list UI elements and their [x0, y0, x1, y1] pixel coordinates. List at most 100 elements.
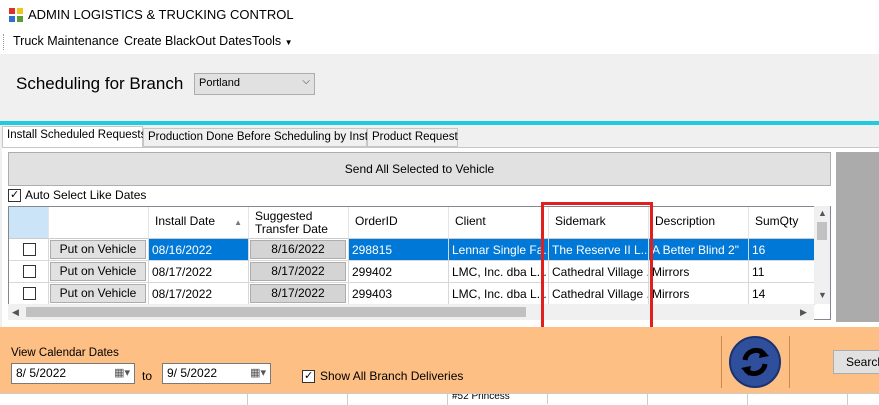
calendar-cell [648, 394, 748, 405]
column-header-suggested-transfer-date[interactable]: Suggested Transfer Date [249, 207, 349, 239]
view-calendar-label: View Calendar Dates [11, 347, 119, 359]
scroll-right-icon[interactable]: ▶ [800, 307, 807, 318]
auto-select-checkbox[interactable] [8, 188, 21, 202]
branch-label: Scheduling for Branch [16, 74, 184, 93]
row-select-cell [9, 239, 49, 261]
table-row[interactable]: Put on Vehicle 08/17/2022 8/17/2022 2994… [9, 283, 815, 305]
table-row[interactable]: Put on Vehicle 08/17/2022 8/17/2022 2994… [9, 261, 815, 283]
cell-description: Mirrors [649, 261, 749, 283]
cell-install-date: 08/17/2022 [149, 261, 249, 283]
calendar-cell [348, 394, 448, 405]
grid-vertical-scrollbar[interactable]: ▲ ▼ [814, 206, 830, 304]
horizontal-scroll-thumb[interactable] [26, 307, 526, 317]
panel-divider [789, 336, 790, 388]
send-all-selected-button[interactable]: Send All Selected to Vehicle [8, 152, 831, 186]
put-on-vehicle-button[interactable]: Put on Vehicle [50, 262, 146, 281]
put-on-vehicle-button[interactable]: Put on Vehicle [50, 284, 146, 303]
suggested-label-line2: Transfer Date [255, 222, 328, 236]
row-checkbox[interactable] [23, 287, 36, 300]
cell-sumqty: 14 [749, 283, 815, 305]
transfer-date-button[interactable]: 8/17/2022 [250, 262, 346, 281]
transfer-date-button[interactable]: 8/16/2022 [250, 240, 346, 259]
menu-bar: Truck Maintenance Create BlackOut Dates … [0, 30, 879, 54]
calendar-cell [748, 394, 848, 405]
caret-down-icon: ▼ [284, 38, 293, 47]
show-all-deliveries-checkbox[interactable] [302, 369, 315, 383]
menu-truck-maintenance[interactable]: Truck Maintenance [13, 34, 119, 48]
sidemark-highlight-box [541, 202, 653, 332]
vertical-scroll-thumb[interactable] [817, 222, 827, 240]
auto-select-label: Auto Select Like Dates [25, 188, 147, 202]
cell-description: A Better Blind 2" [649, 239, 749, 261]
row-action-cell: Put on Vehicle [49, 283, 149, 305]
cell-orderid: 298815 [349, 239, 449, 261]
refresh-button[interactable] [729, 336, 781, 388]
show-all-deliveries-label: Show All Branch Deliveries [320, 369, 464, 383]
side-panel [836, 152, 879, 322]
title-bar: ADMIN LOGISTICS & TRUCKING CONTROL [0, 0, 879, 30]
to-label: to [142, 369, 153, 383]
refresh-icon [741, 347, 769, 377]
calendar-dropdown-icon[interactable]: ▦▾ [250, 366, 266, 379]
panel-divider [721, 336, 722, 388]
branch-select-value: Portland [199, 77, 240, 89]
row-action-cell: Put on Vehicle [49, 239, 149, 261]
column-header-action [49, 207, 149, 239]
cell-client: LMC, Inc. dba L... [449, 261, 549, 283]
app-icon [9, 8, 23, 22]
scroll-up-icon[interactable]: ▲ [818, 208, 827, 218]
scroll-left-icon[interactable]: ◀ [12, 307, 19, 318]
calendar-dropdown-icon[interactable]: ▦▾ [114, 366, 130, 379]
row-checkbox[interactable] [23, 265, 36, 278]
to-date-picker[interactable]: 9/ 5/2022 ▦▾ [162, 363, 271, 384]
from-date-value: 8/ 5/2022 [16, 366, 67, 380]
row-select-cell [9, 261, 49, 283]
calendar-cell [548, 394, 648, 405]
cell-sumqty: 11 [749, 261, 815, 283]
scroll-down-icon[interactable]: ▼ [818, 290, 827, 300]
column-header-client[interactable]: Client [449, 207, 549, 239]
cell-install-date: 08/16/2022 [149, 239, 249, 261]
table-row[interactable]: Put on Vehicle 08/16/2022 8/16/2022 2988… [9, 239, 815, 261]
from-date-picker[interactable]: 8/ 5/2022 ▦▾ [11, 363, 135, 384]
column-header-install-date-label: Install Date [155, 214, 216, 228]
row-header-corner [9, 207, 49, 239]
calendar-cell [248, 394, 348, 405]
put-on-vehicle-button[interactable]: Put on Vehicle [50, 240, 146, 259]
column-header-description[interactable]: Description [649, 207, 749, 239]
cell-orderid: 299403 [349, 283, 449, 305]
column-header-sumqty[interactable]: SumQty [749, 207, 815, 239]
cell-install-date: 08/17/2022 [149, 283, 249, 305]
search-button[interactable]: Search [833, 350, 879, 374]
to-date-value: 9/ 5/2022 [167, 366, 218, 380]
accent-divider [0, 121, 879, 125]
column-header-orderid[interactable]: OrderID [349, 207, 449, 239]
cell-transfer-date: 8/16/2022 [249, 239, 349, 261]
menu-tools-label: Tools [252, 34, 282, 48]
chevron-down-icon: ⌵ [302, 76, 310, 87]
menu-tools[interactable]: Tools ▼ [252, 34, 293, 48]
grid-horizontal-scrollbar[interactable]: ◀ ▶ [8, 304, 814, 320]
cell-client: Lennar Single Fa... [449, 239, 549, 261]
calendar-cell [0, 394, 248, 405]
calendar-grid-strip: #52 Princess [0, 393, 879, 405]
cell-client: LMC, Inc. dba L... [449, 283, 549, 305]
row-select-cell [9, 283, 49, 305]
cell-orderid: 299402 [349, 261, 449, 283]
window-title: ADMIN LOGISTICS & TRUCKING CONTROL [28, 7, 294, 22]
cell-transfer-date: 8/17/2022 [249, 283, 349, 305]
tab-product-request[interactable]: Product Request [367, 128, 458, 147]
cell-sumqty: 16 [749, 239, 815, 261]
calendar-cell: #52 Princess [448, 394, 548, 404]
requests-grid: Install Date ▲ Suggested Transfer Date Ord… [8, 206, 831, 320]
sort-up-icon: ▲ [234, 218, 242, 227]
column-header-install-date[interactable]: Install Date ▲ [149, 207, 249, 239]
tab-production-done[interactable]: Production Done Before Scheduling by Ins… [143, 128, 379, 147]
row-action-cell: Put on Vehicle [49, 261, 149, 283]
tab-install-scheduled-requests[interactable]: Install Scheduled Requests [2, 126, 146, 148]
menu-grip [3, 34, 5, 50]
branch-select[interactable]: Portland ⌵ [194, 73, 315, 95]
row-checkbox[interactable] [23, 243, 36, 256]
transfer-date-button[interactable]: 8/17/2022 [250, 284, 346, 303]
menu-create-blackout-dates[interactable]: Create BlackOut Dates [124, 34, 252, 48]
